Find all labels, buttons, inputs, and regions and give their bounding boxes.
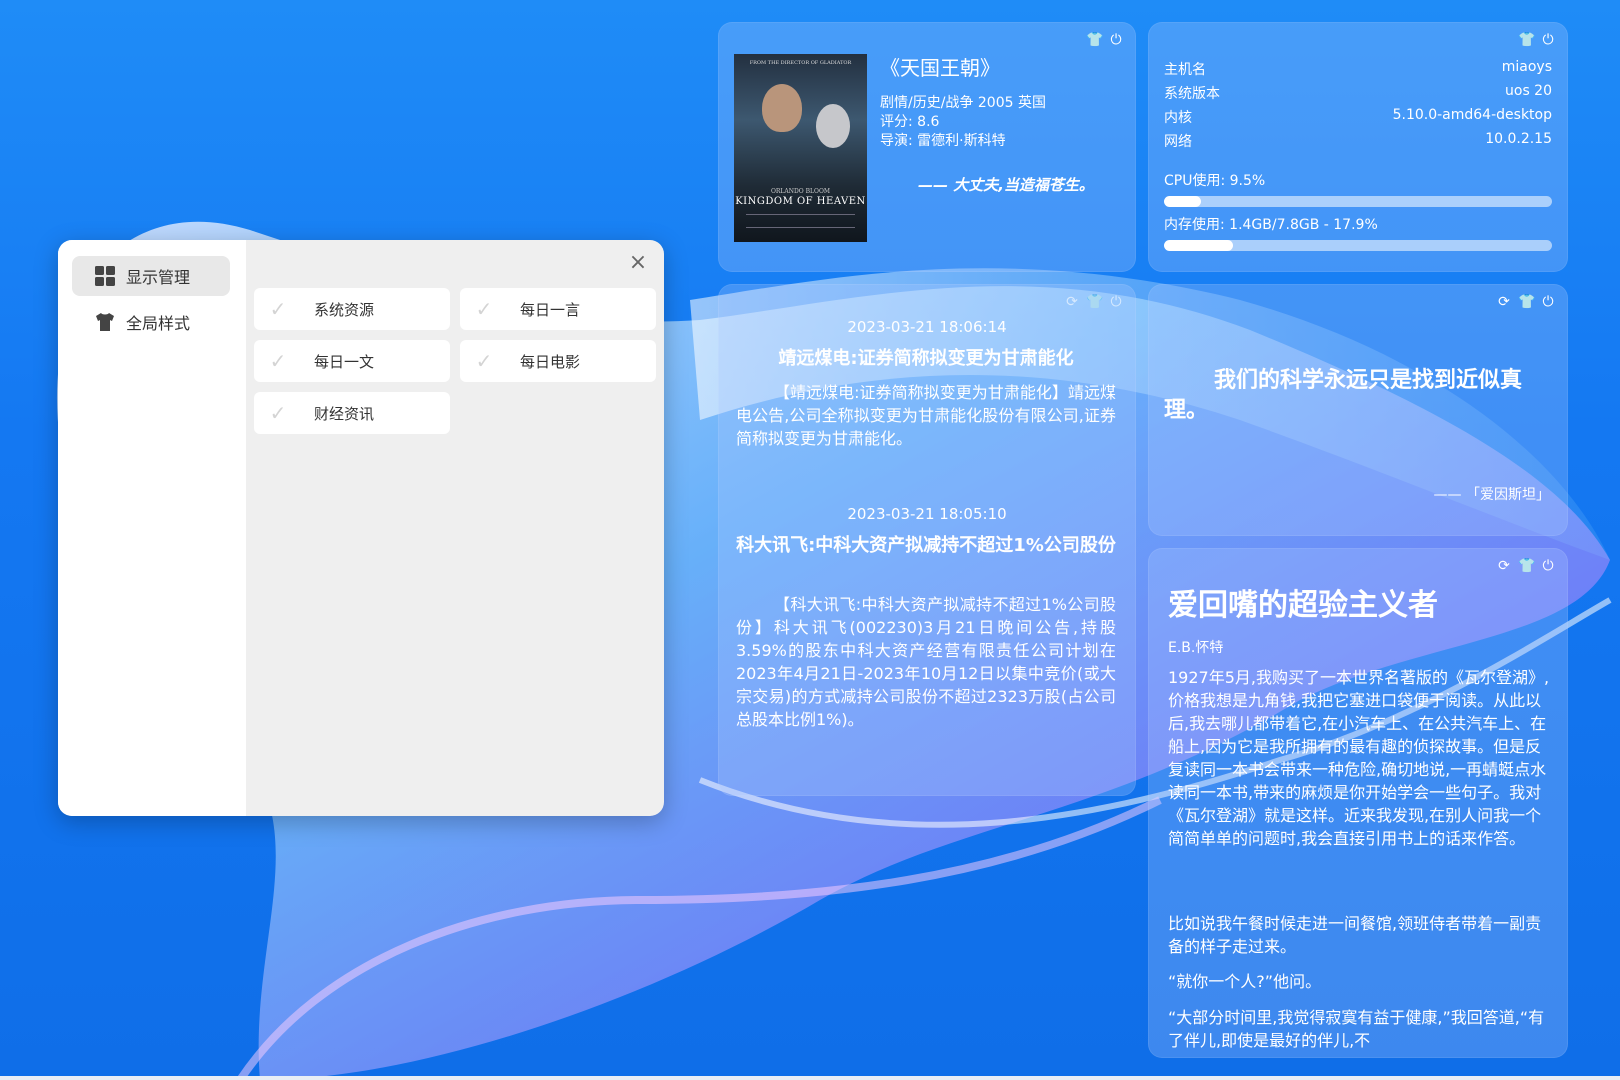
power-icon[interactable]: ⏻	[1540, 558, 1556, 574]
sidebar-item-global-style[interactable]: 全局样式	[72, 302, 230, 342]
news-body: 【科大讯飞:中科大资产拟减持不超过1%公司股份】科大讯飞(002230)3月21…	[736, 595, 1116, 729]
sys-row-version: 系统版本 uos 20	[1164, 83, 1552, 103]
system-widget: 👕 ⏻ 主机名 miaoys 系统版本 uos 20 内核 5.10.0-amd…	[1148, 22, 1568, 272]
option-daily-quote[interactable]: ✓ 每日一言	[460, 288, 656, 330]
option-finance-news[interactable]: ✓ 财经资讯	[254, 392, 450, 434]
widget-toolbar: 👕 ⏻	[1518, 32, 1556, 48]
sys-value: miaoys	[1501, 59, 1552, 75]
poster-figure	[816, 104, 850, 148]
sidebar-item-label: 全局样式	[126, 314, 191, 333]
check-icon: ✓	[475, 349, 493, 373]
cpu-usage-label: CPU使用: 9.5%	[1164, 170, 1552, 190]
check-icon: ✓	[269, 297, 287, 321]
sidebar-item-display[interactable]: 显示管理	[72, 256, 230, 296]
tshirt-icon[interactable]: 👕	[1518, 558, 1535, 574]
power-icon[interactable]: ⏻	[1540, 32, 1556, 48]
sys-row-hostname: 主机名 miaoys	[1164, 59, 1552, 79]
movie-title: 《天国王朝》	[880, 56, 1000, 80]
option-daily-movie[interactable]: ✓ 每日电影	[460, 340, 656, 382]
article-paragraph: 比如说我午餐时候走进一间餐馆,领班侍者带着一副责备的样子走过来。	[1168, 914, 1542, 956]
sys-label: 内核	[1164, 110, 1192, 126]
option-label: 每日电影	[520, 352, 581, 371]
option-label: 系统资源	[314, 300, 375, 319]
movie-poster: FROM THE DIRECTOR OF GLADIATOR ORLANDO B…	[734, 54, 867, 242]
mem-usage-fill	[1164, 240, 1234, 251]
sys-row-network: 网络 10.0.2.15	[1164, 131, 1552, 151]
poster-actor: ORLANDO BLOOM	[770, 188, 830, 195]
sys-label: 系统版本	[1164, 86, 1220, 102]
sys-value: 10.0.2.15	[1485, 131, 1552, 147]
close-icon[interactable]: ×	[626, 252, 650, 276]
article-paragraph: “大部分时间里,我觉得寂寞有益于健康,”我回答道,“有了伴儿,即使是最好的伴儿,…	[1168, 1008, 1545, 1050]
poster-title: KINGDOM OF HEAVEN	[735, 196, 866, 207]
daily-article-widget: ⟳ 👕 ⏻ 爱回嘴的超验主义者 E.B.怀特 1927年5月,我购买了一本世界名…	[1148, 548, 1568, 1058]
cpu-usage-bar	[1164, 196, 1552, 207]
poster-figure	[762, 84, 802, 132]
option-label: 财经资讯	[314, 404, 375, 423]
tshirt-icon[interactable]: 👕	[1518, 294, 1535, 310]
finance-news-widget: ⟳ 👕 ⏻ 2023-03-21 18:06:14 靖远煤电:证券简称拟变更为甘…	[718, 284, 1136, 796]
movie-rating: 评分: 8.6	[880, 114, 940, 130]
sys-row-kernel: 内核 5.10.0-amd64-desktop	[1164, 107, 1552, 127]
check-icon: ✓	[269, 349, 287, 373]
settings-dialog: 显示管理 全局样式 × ✓ 系统资源 ✓ 每日一言 ✓ 每日一文 ✓ 每日电影 …	[58, 240, 664, 816]
bottom-edge	[0, 1076, 1620, 1080]
settings-sidebar: 显示管理 全局样式	[58, 240, 246, 816]
power-icon[interactable]: ⏻	[1540, 294, 1556, 310]
movie-quote: —— 大丈夫,当造福苍生。	[918, 176, 1094, 194]
option-system-resources[interactable]: ✓ 系统资源	[254, 288, 450, 330]
mem-usage-label: 内存使用: 1.4GB/7.8GB - 17.9%	[1164, 214, 1552, 234]
widget-toolbar: ⟳ 👕 ⏻	[1064, 294, 1124, 310]
movie-director: 导演: 雷德利·斯科特	[880, 133, 1006, 149]
widget-toolbar: 👕 ⏻	[1086, 32, 1124, 48]
poster-tagline: FROM THE DIRECTOR OF GLADIATOR	[749, 60, 852, 66]
poster-credits	[746, 214, 855, 228]
option-daily-article[interactable]: ✓ 每日一文	[254, 340, 450, 382]
news-time: 2023-03-21 18:05:10	[847, 505, 1007, 523]
movie-widget: 👕 ⏻ FROM THE DIRECTOR OF GLADIATOR ORLAN…	[718, 22, 1136, 272]
sidebar-item-label: 显示管理	[126, 268, 191, 287]
news-headline[interactable]: 靖远煤电:证券简称拟变更为甘肃能化	[736, 346, 1116, 371]
news-time: 2023-03-21 18:06:14	[847, 318, 1007, 336]
check-icon: ✓	[269, 401, 287, 425]
article-author: E.B.怀特	[1168, 640, 1224, 656]
widget-toolbar: ⟳ 👕 ⏻	[1496, 294, 1556, 310]
news-headline[interactable]: 科大讯飞:中科大资产拟减持不超过1%公司股份	[736, 533, 1116, 558]
power-icon[interactable]: ⏻	[1108, 32, 1124, 48]
tshirt-icon	[96, 313, 114, 331]
article-title: 爱回嘴的超验主义者	[1168, 588, 1438, 623]
option-label: 每日一文	[314, 352, 375, 371]
refresh-icon[interactable]: ⟳	[1496, 558, 1512, 574]
movie-genre: 剧情/历史/战争 2005 英国	[880, 95, 1046, 111]
mem-usage-bar	[1164, 240, 1552, 251]
power-icon[interactable]: ⏻	[1108, 294, 1124, 310]
tshirt-icon[interactable]: 👕	[1518, 32, 1535, 48]
sys-label: 主机名	[1164, 62, 1206, 78]
refresh-icon[interactable]: ⟳	[1064, 294, 1080, 310]
news-body: 【靖远煤电:证券简称拟变更为甘肃能化】靖远煤电公告,公司全称拟变更为甘肃能化股份…	[736, 383, 1116, 448]
check-icon: ✓	[475, 297, 493, 321]
refresh-icon[interactable]: ⟳	[1496, 294, 1512, 310]
mem-text: 内存使用: 1.4GB/7.8GB - 17.9%	[1164, 217, 1378, 233]
grid-icon	[95, 266, 115, 286]
quote-text: 我们的科学永远只是找到近似真理。	[1164, 368, 1523, 423]
widget-toolbar: ⟳ 👕 ⏻	[1496, 558, 1556, 574]
tshirt-icon[interactable]: 👕	[1086, 32, 1103, 48]
sys-value: uos 20	[1505, 83, 1552, 99]
daily-quote-widget: ⟳ 👕 ⏻ 我们的科学永远只是找到近似真理。 —— 「爱因斯坦」	[1148, 284, 1568, 536]
sys-label: 网络	[1164, 134, 1192, 150]
sys-value: 5.10.0-amd64-desktop	[1392, 107, 1552, 123]
article-paragraph: 1927年5月,我购买了一本世界名著版的《瓦尔登湖》,价格我想是九角钱,我把它塞…	[1168, 668, 1550, 848]
quote-author: —— 「爱因斯坦」	[1433, 487, 1550, 503]
cpu-text: CPU使用: 9.5%	[1164, 173, 1266, 189]
cpu-usage-fill	[1164, 196, 1201, 207]
article-paragraph: “就你一个人?”他问。	[1168, 972, 1322, 991]
tshirt-icon[interactable]: 👕	[1086, 294, 1103, 310]
option-label: 每日一言	[520, 300, 581, 319]
